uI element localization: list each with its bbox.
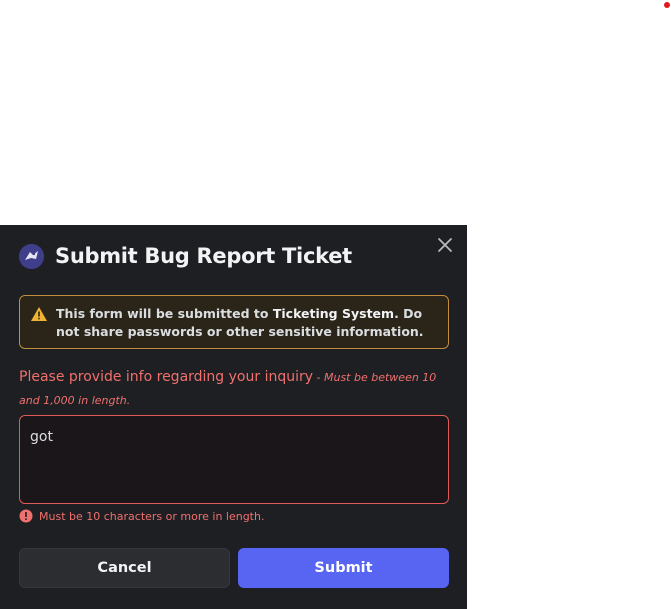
inquiry-textarea[interactable]: got [19,415,449,504]
field-label-text: Please provide info regarding your inqui… [19,369,314,385]
submit-button[interactable]: Submit [238,548,449,588]
field-error: Must be 10 characters or more in length. [19,509,264,523]
error-circle-icon [19,509,33,523]
field-label: Please provide info regarding your inqui… [19,366,449,412]
app-avatar-icon [19,243,44,269]
cancel-button[interactable]: Cancel [19,548,230,588]
modal-title: Submit Bug Report Ticket [55,244,352,268]
warning-triangle-icon [30,306,48,327]
modal-header: Submit Bug Report Ticket [19,243,352,269]
field-error-text: Must be 10 characters or more in length. [39,509,265,523]
status-dot [664,2,670,8]
close-icon [438,238,452,252]
bug-report-modal: Submit Bug Report Ticket This form will … [0,225,467,609]
warning-system-name: Ticketing System [272,306,395,321]
warning-banner: This form will be submitted to Ticketing… [19,295,449,349]
close-button[interactable] [435,235,455,255]
warning-text-prefix: This form will be submitted to [56,306,273,321]
